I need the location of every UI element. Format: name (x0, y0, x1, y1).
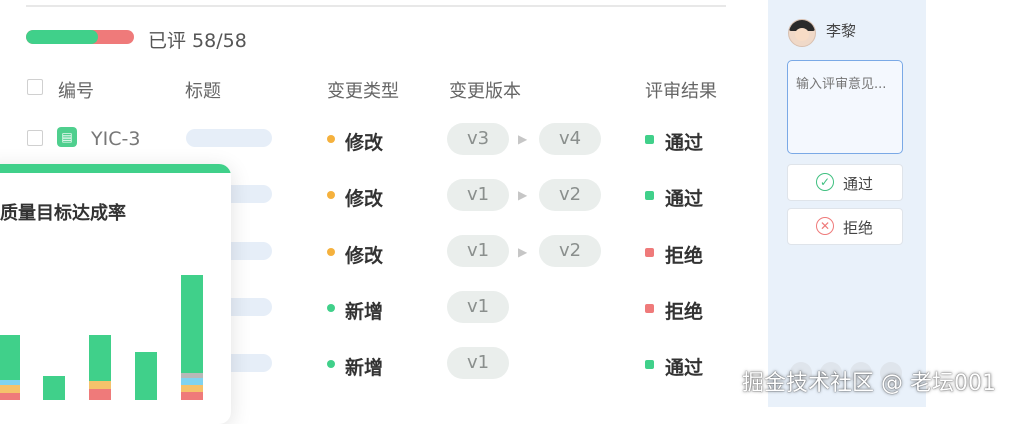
result-status-square (645, 191, 654, 200)
row-checkbox[interactable] (27, 130, 43, 146)
row-change-type: 修改 (345, 245, 384, 267)
header-review-result[interactable]: 评审结果 (645, 77, 717, 103)
watermark: 掘金技术社区 @ 老坛001 (742, 371, 996, 396)
chart-bar-1 (0, 334, 20, 400)
change-type-dot (327, 360, 335, 368)
chart-bar-segment (89, 389, 111, 400)
version-to-pill: v4 (539, 123, 601, 155)
reject-button[interactable]: ✕ 拒绝 (787, 208, 903, 245)
row-review-result: 通过 (665, 188, 704, 210)
chart-bar-segment (0, 393, 20, 400)
card-title: 质量目标达成率 (0, 203, 126, 224)
review-progress-bar (26, 30, 134, 44)
chart-bar-segment (181, 378, 203, 386)
top-divider (26, 5, 726, 7)
row-id[interactable]: YIC-3 (91, 128, 140, 150)
approve-button[interactable]: ✓ 通过 (787, 164, 903, 201)
result-status-square (645, 248, 654, 257)
version-from-pill: v1 (447, 291, 509, 323)
result-status-square (645, 360, 654, 369)
requirement-icon: ▤ (57, 127, 77, 147)
version-to-pill: v2 (539, 179, 601, 211)
row-change-type: 新增 (345, 357, 384, 379)
chart-bar-4 (135, 352, 157, 400)
card-accent-bar (0, 164, 231, 173)
chart-bar-5 (181, 274, 203, 400)
review-progress-pass-fill (26, 30, 99, 44)
header-change-version[interactable]: 变更版本 (449, 77, 521, 103)
row-review-result: 通过 (665, 357, 704, 379)
row-change-type: 新增 (345, 301, 384, 323)
version-arrow-icon: ▶ (518, 188, 528, 202)
reviewer-avatar (788, 19, 816, 47)
chart-bar-segment (181, 372, 203, 379)
version-from-pill: v3 (447, 123, 509, 155)
change-type-dot (327, 135, 335, 143)
change-type-dot (327, 191, 335, 199)
row-change-type: 修改 (345, 188, 384, 210)
version-arrow-icon: ▶ (518, 245, 528, 259)
chart-bar-segment (0, 385, 20, 394)
chart-bar-segment (181, 391, 203, 400)
select-all-checkbox[interactable] (27, 79, 43, 95)
header-change-type[interactable]: 变更类型 (327, 77, 399, 103)
reviewer-name: 李黎 (826, 22, 857, 40)
change-type-dot (327, 248, 335, 256)
row-change-type: 修改 (345, 132, 384, 154)
version-from-pill: v1 (447, 347, 509, 379)
version-arrow-icon: ▶ (518, 132, 528, 146)
version-from-pill: v1 (447, 235, 509, 267)
row-review-result: 拒绝 (665, 301, 704, 323)
avatar-face-shape (795, 28, 809, 41)
close-circle-icon: ✕ (816, 217, 834, 235)
reject-button-label: 拒绝 (843, 219, 874, 237)
version-to-pill: v2 (539, 235, 601, 267)
review-comment-input[interactable] (787, 60, 903, 154)
row-review-result: 通过 (665, 132, 704, 154)
version-from-pill: v1 (447, 179, 509, 211)
chart-bar-segment (89, 380, 111, 390)
check-circle-icon: ✓ (816, 173, 834, 191)
result-status-square (645, 135, 654, 144)
row-review-result: 拒绝 (665, 245, 704, 267)
chart-bar-segment (0, 379, 20, 386)
row-title-placeholder[interactable] (186, 129, 272, 147)
header-title[interactable]: 标题 (185, 77, 221, 103)
change-type-dot (327, 304, 335, 312)
header-id[interactable]: 编号 (58, 77, 94, 103)
approve-button-label: 通过 (843, 175, 874, 193)
review-progress-label: 已评 58/58 (148, 30, 247, 52)
chart-bar-3 (89, 334, 111, 400)
chart-bar-2 (43, 375, 65, 400)
chart-bar-segment (181, 385, 203, 392)
result-status-square (645, 304, 654, 313)
